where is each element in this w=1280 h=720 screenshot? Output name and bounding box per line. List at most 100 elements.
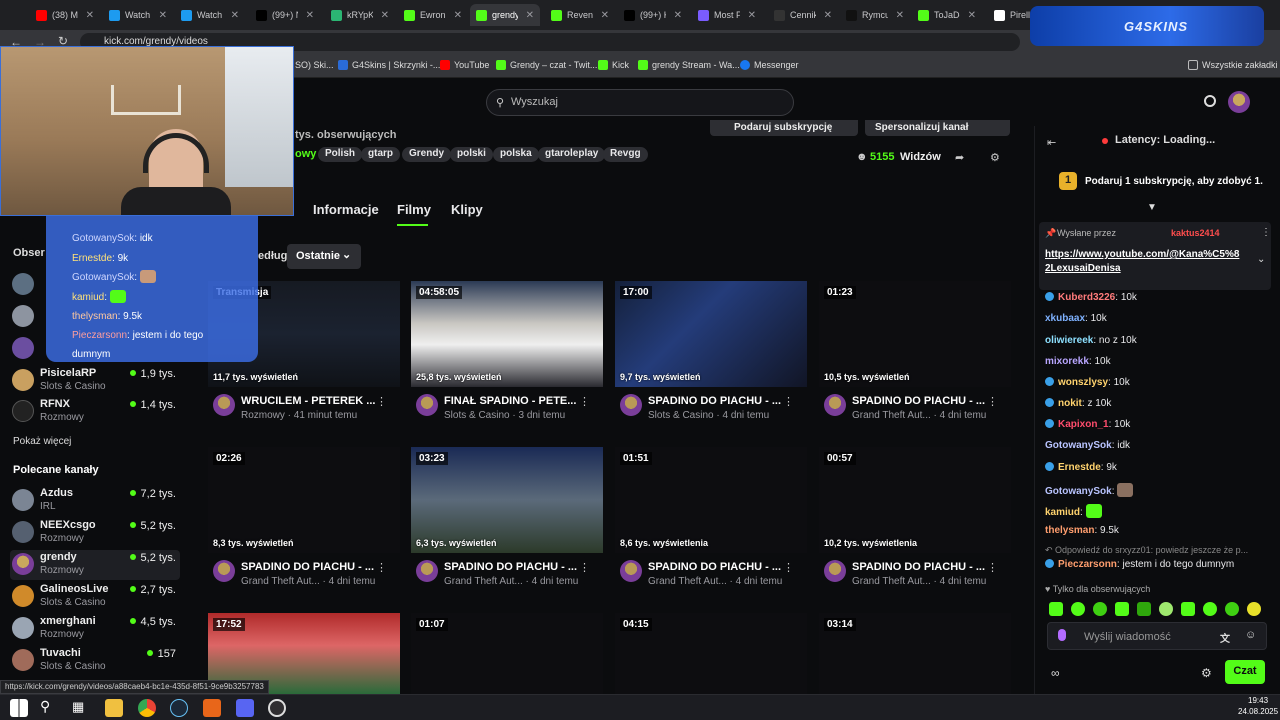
video-title[interactable]: SPADINO DO PIACHU - ... bbox=[852, 561, 985, 573]
video-card[interactable]: 04:58:05 25,8 tys. wyświetleń FINAŁ SPADIN… bbox=[411, 281, 603, 431]
emote-icon[interactable] bbox=[1137, 602, 1151, 616]
close-tab-icon[interactable]: ✕ bbox=[674, 10, 682, 21]
bookmark-item[interactable]: Kick bbox=[598, 60, 629, 70]
close-tab-icon[interactable]: ✕ bbox=[824, 10, 832, 21]
video-card[interactable]: 03:23 6,3 tys. wyświetleń SPADINO DO PIACH… bbox=[411, 447, 603, 597]
browser-tab[interactable]: Rymcu ✕ bbox=[840, 4, 910, 26]
steam-icon[interactable] bbox=[170, 699, 188, 717]
browser-tab[interactable]: Most P ✕ bbox=[692, 4, 762, 26]
pinned-user[interactable]: kaktus2414 bbox=[1171, 228, 1220, 238]
pinned-link[interactable]: https://www.youtube.com/@Kana%C5%82Lexus… bbox=[1045, 248, 1241, 276]
browser-tab[interactable]: (99+) K ✕ bbox=[618, 4, 688, 26]
browser-tab[interactable]: ToJaDe ✕ bbox=[912, 4, 982, 26]
browser-tab[interactable]: (99+) N ✕ bbox=[250, 4, 320, 26]
tag-pill[interactable]: polska bbox=[493, 147, 539, 162]
task-view-icon[interactable]: ▦ bbox=[72, 699, 84, 715]
video-title[interactable]: SPADINO DO PIACHU - ... bbox=[444, 561, 577, 573]
chat-username[interactable]: thelysman bbox=[1045, 525, 1094, 536]
translate-icon[interactable]: 文 bbox=[1220, 630, 1230, 645]
user-avatar[interactable] bbox=[1228, 91, 1250, 113]
notification-icon[interactable] bbox=[1204, 95, 1216, 107]
browser-tab[interactable]: Cennik ✕ bbox=[768, 4, 838, 26]
more-options-icon[interactable]: ⋮ bbox=[783, 395, 794, 408]
windows-start-icon[interactable] bbox=[10, 699, 28, 717]
sidebar-item-galineoslive[interactable]: GalineosLive Slots & Casino 2,7 tys. bbox=[10, 582, 180, 612]
emote-icon[interactable] bbox=[1203, 602, 1217, 616]
settings-icon[interactable]: ⚙ bbox=[1201, 666, 1212, 680]
sidebar-item-pisicelarp[interactable]: PisicelaRP Slots & Casino 1,9 tys. bbox=[10, 366, 180, 396]
channel-avatar[interactable] bbox=[416, 560, 438, 582]
chat-username[interactable]: nokit bbox=[1058, 398, 1082, 409]
close-tab-icon[interactable]: ✕ bbox=[306, 10, 314, 21]
more-options-icon[interactable]: ⋮ bbox=[579, 561, 590, 574]
browser-tab[interactable]: Watch ✕ bbox=[103, 4, 173, 26]
chrome-icon[interactable] bbox=[138, 699, 156, 717]
tag-pill[interactable]: Grendy bbox=[402, 147, 452, 162]
share-icon[interactable]: ➦ bbox=[955, 151, 964, 164]
video-thumbnail[interactable]: 03:23 6,3 tys. wyświetleń bbox=[411, 447, 603, 553]
video-thumbnail[interactable]: 01:23 10,5 tys. wyświetleń bbox=[819, 281, 1011, 387]
video-card[interactable]: 03:14 bbox=[819, 613, 1011, 694]
video-card[interactable]: 01:23 10,5 tys. wyświetleń SPADINO DO PIAC… bbox=[819, 281, 1011, 431]
channel-avatar[interactable] bbox=[824, 394, 846, 416]
video-card[interactable]: 04:15 bbox=[615, 613, 807, 694]
bookmark-item[interactable]: G4Skins | Skrzynki -... bbox=[338, 60, 440, 70]
chat-username[interactable]: Kuberd3226 bbox=[1058, 292, 1115, 303]
bookmark-item[interactable]: Messenger bbox=[740, 60, 799, 70]
sidebar-item-xmerghani[interactable]: xmerghani Rozmowy 4,5 tys. bbox=[10, 614, 180, 644]
search-input[interactable]: ⚲ Wyszukaj bbox=[486, 89, 794, 116]
app-icon[interactable] bbox=[203, 699, 221, 717]
channel-category[interactable]: owy bbox=[295, 148, 316, 160]
video-card[interactable]: 00:57 10,2 tys. wyświetlenia SPADINO DO PI… bbox=[819, 447, 1011, 597]
emote-icon[interactable] bbox=[1225, 602, 1239, 616]
close-tab-icon[interactable]: ✕ bbox=[748, 10, 756, 21]
tag-pill[interactable]: Revgg bbox=[603, 147, 648, 162]
more-options-icon[interactable]: ⋮ bbox=[987, 395, 998, 408]
sidebar-item-grendy[interactable]: grendy Rozmowy 5,2 tys. bbox=[10, 550, 180, 580]
chat-username[interactable]: GotowanySok bbox=[1045, 486, 1112, 497]
channel-avatar[interactable] bbox=[416, 394, 438, 416]
video-title[interactable]: SPADINO DO PIACHU - ... bbox=[648, 395, 781, 407]
show-more-link[interactable]: Pokaż więcej bbox=[13, 436, 71, 447]
close-tab-icon[interactable]: ✕ bbox=[896, 10, 904, 21]
tag-pill[interactable]: gtarp bbox=[361, 147, 400, 162]
video-title[interactable]: SPADINO DO PIACHU - ... bbox=[648, 561, 781, 573]
more-options-icon[interactable]: ⋮ bbox=[987, 561, 998, 574]
obs-icon[interactable] bbox=[268, 699, 286, 717]
chat-username[interactable]: kamiud bbox=[1045, 507, 1080, 518]
emote-icon[interactable] bbox=[1071, 602, 1085, 616]
video-title[interactable]: FINAŁ SPADINO - PETE... bbox=[444, 395, 576, 407]
emote-icon[interactable] bbox=[1181, 602, 1195, 616]
more-options-icon[interactable]: ⋮ bbox=[579, 395, 590, 408]
video-thumbnail[interactable]: 03:14 bbox=[819, 613, 1011, 694]
channel-avatar[interactable] bbox=[620, 560, 642, 582]
browser-tab[interactable]: Watch ✕ bbox=[175, 4, 245, 26]
close-tab-icon[interactable]: ✕ bbox=[86, 10, 94, 21]
bookmark-item[interactable]: YouTube bbox=[440, 60, 489, 70]
chat-username[interactable]: mixorekk bbox=[1045, 356, 1089, 367]
close-tab-icon[interactable]: ✕ bbox=[381, 10, 389, 21]
video-thumbnail[interactable]: 17:00 9,7 tys. wyświetleń bbox=[615, 281, 807, 387]
video-thumbnail[interactable]: 04:15 bbox=[615, 613, 807, 694]
collapse-chat-icon[interactable]: ⇤ bbox=[1047, 136, 1056, 149]
close-tab-icon[interactable]: ✕ bbox=[968, 10, 976, 21]
tag-pill[interactable]: Polish bbox=[318, 147, 363, 162]
chat-username[interactable]: Ernestde bbox=[1058, 462, 1101, 473]
more-options-icon[interactable]: ⋮ bbox=[783, 561, 794, 574]
user-menu-icon[interactable]: ⚙ bbox=[990, 151, 1000, 164]
video-title[interactable]: WRUCILEM - PETEREK ... bbox=[241, 395, 375, 407]
more-options-icon[interactable]: ⋮ bbox=[376, 395, 387, 408]
chat-username[interactable]: wonszlysy bbox=[1058, 377, 1108, 388]
microphone-icon[interactable] bbox=[1058, 629, 1066, 641]
expand-pinned-icon[interactable]: ⌄ bbox=[1257, 254, 1265, 265]
chat-username[interactable]: oliwiereek bbox=[1045, 335, 1093, 346]
send-chat-button[interactable]: Czat bbox=[1225, 660, 1265, 684]
browser-tab[interactable]: (38) M ✕ bbox=[30, 4, 100, 26]
gift-sub-button[interactable]: Podaruj subskrypcję bbox=[710, 120, 858, 136]
video-thumbnail[interactable]: 04:58:05 25,8 tys. wyświetleń bbox=[411, 281, 603, 387]
tag-pill[interactable]: gtaroleplay bbox=[538, 147, 606, 162]
video-title[interactable]: SPADINO DO PIACHU - ... bbox=[852, 395, 985, 407]
bookmark-item[interactable]: SO) Ski... bbox=[295, 60, 334, 70]
sidebar-item-azdus[interactable]: Azdus IRL 7,2 tys. bbox=[10, 486, 180, 516]
video-thumbnail[interactable]: 01:07 bbox=[411, 613, 603, 694]
